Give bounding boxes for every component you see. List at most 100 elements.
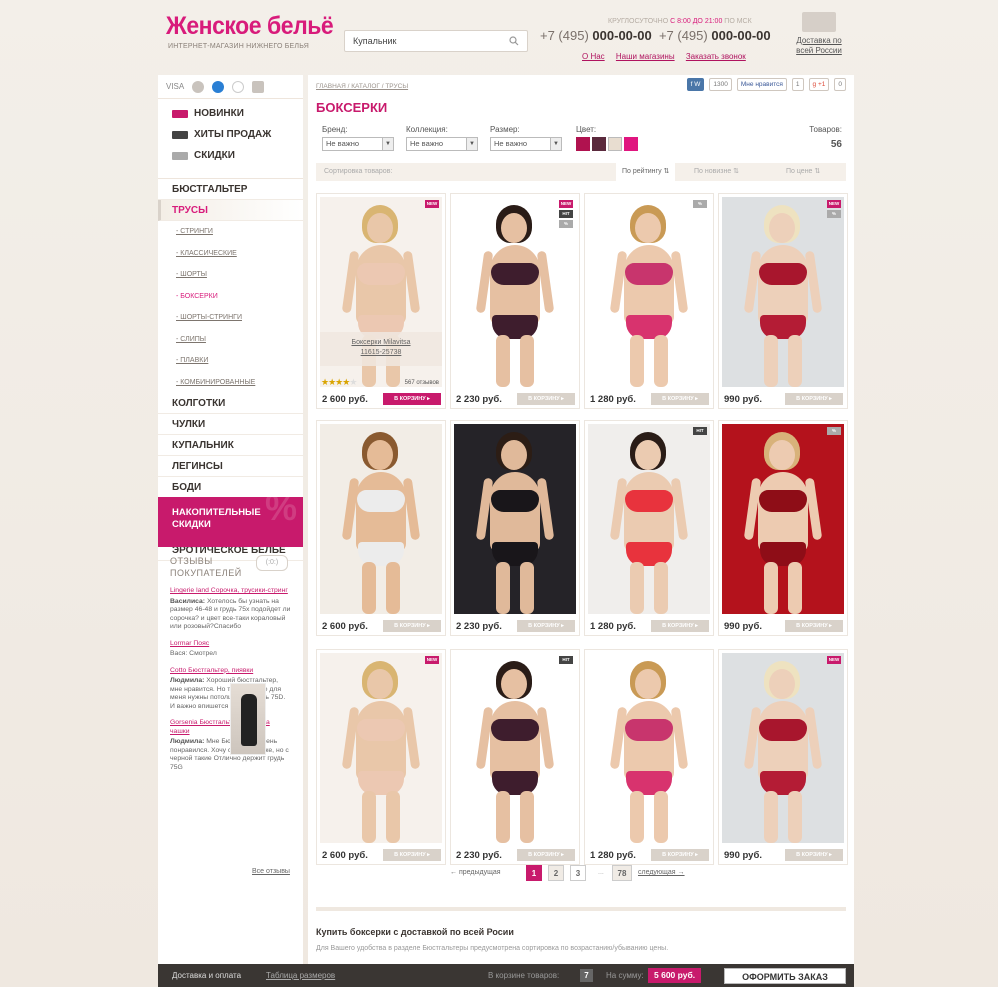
- category-item[interactable]: ТРУСЫ: [158, 200, 303, 221]
- color-swatch[interactable]: [624, 137, 638, 151]
- product-card[interactable]: 2 600 руб. В КОРЗИНУ ▸: [316, 420, 446, 636]
- about-link[interactable]: О Нас: [582, 52, 605, 61]
- promo-new[interactable]: НОВИНКИ: [172, 103, 303, 124]
- product-photo[interactable]: [722, 424, 844, 614]
- brand-select[interactable]: Не важно ▼: [322, 137, 394, 151]
- review-product-link[interactable]: Cotto Бюстгальтер, пиявки: [170, 667, 291, 676]
- product-card[interactable]: NEW% 990 руб. В КОРЗИНУ ▸: [718, 193, 848, 409]
- subcategory-item[interactable]: - СЛИПЫ: [158, 329, 303, 351]
- add-to-cart-button[interactable]: В КОРЗИНУ ▸: [785, 620, 843, 632]
- color-swatches: [576, 137, 640, 151]
- product-card[interactable]: NEW Боксерки Milavitsa 11615-25738 ★★★★★ 567…: [316, 193, 446, 409]
- page-3[interactable]: 3: [570, 865, 586, 881]
- size-table-link[interactable]: Таблица размеров: [266, 964, 335, 987]
- webmoney-icon: [212, 80, 225, 93]
- sort-by-price[interactable]: По цене ⇅: [786, 163, 820, 181]
- delivery-payment-link[interactable]: Доставка и оплата: [172, 964, 241, 987]
- category-item[interactable]: КОЛГОТКИ: [158, 393, 303, 414]
- product-card[interactable]: 1 280 руб. В КОРЗИНУ ▸: [584, 649, 714, 865]
- add-to-cart-button[interactable]: В КОРЗИНУ ▸: [651, 393, 709, 405]
- product-card[interactable]: NEW HIT% 2 230 руб. В КОРЗИНУ ▸: [450, 193, 580, 409]
- delivery-block[interactable]: Доставка по всей России: [788, 12, 850, 56]
- product-card[interactable]: % 990 руб. В КОРЗИНУ ▸: [718, 420, 848, 636]
- add-to-cart-button[interactable]: В КОРЗИНУ ▸: [785, 393, 843, 405]
- category-item[interactable]: ЧУЛКИ: [158, 414, 303, 435]
- search-input[interactable]: [345, 31, 495, 51]
- product-card[interactable]: NEW 2 600 руб. В КОРЗИНУ ▸: [316, 649, 446, 865]
- category-item[interactable]: КУПАЛЬНИК: [158, 435, 303, 456]
- subcategory-item[interactable]: - КОМБИНИРОВАННЫЕ: [158, 372, 303, 394]
- review-product-link[interactable]: Lingerie land Сорочка, трусики-стринг: [170, 587, 291, 596]
- gplus-button[interactable]: g +1: [808, 78, 830, 91]
- product-card[interactable]: 2 230 руб. В КОРЗИНУ ▸: [450, 420, 580, 636]
- product-photo[interactable]: [722, 197, 844, 387]
- fb-like-button[interactable]: Мне нравится: [736, 78, 787, 91]
- breadcrumb[interactable]: ГЛАВНАЯ / КАТАЛОГ / ТРУСЫ: [316, 83, 408, 90]
- color-swatch[interactable]: [608, 137, 622, 151]
- product-card[interactable]: NEW 990 руб. В КОРЗИНУ ▸: [718, 649, 848, 865]
- add-to-cart-button[interactable]: В КОРЗИНУ ▸: [651, 849, 709, 861]
- add-to-cart-button[interactable]: В КОРЗИНУ ▸: [651, 620, 709, 632]
- checkout-button[interactable]: ОФОРМИТЬ ЗАКАЗ: [724, 968, 846, 984]
- review-product-link[interactable]: Lormar Пояс: [170, 640, 291, 649]
- hit-tag-icon: [172, 130, 188, 139]
- subcategory-item[interactable]: - ШОРТЫ-СТРИНГИ: [158, 307, 303, 329]
- stores-link[interactable]: Наши магазины: [616, 52, 675, 61]
- size-select[interactable]: Не важно ▼: [490, 137, 562, 151]
- subcategory-item[interactable]: - ШОРТЫ: [158, 264, 303, 286]
- add-to-cart-button[interactable]: В КОРЗИНУ ▸: [383, 849, 441, 861]
- add-to-cart-button[interactable]: В КОРЗИНУ ▸: [517, 393, 575, 405]
- search-box[interactable]: [344, 30, 528, 52]
- search-icon[interactable]: [509, 36, 519, 46]
- add-to-cart-button[interactable]: В КОРЗИНУ ▸: [785, 849, 843, 861]
- rating-stars[interactable]: ★★★★★: [321, 377, 357, 388]
- page-2[interactable]: 2: [548, 865, 564, 881]
- prev-page-link[interactable]: ← предыдущая: [450, 865, 501, 881]
- promo-sale[interactable]: СКИДКИ: [172, 145, 303, 166]
- product-photo[interactable]: [588, 653, 710, 843]
- page-1[interactable]: 1: [526, 865, 542, 881]
- sort-by-new[interactable]: По новизне ⇅: [694, 163, 739, 181]
- chevron-down-icon: ▼: [550, 138, 561, 150]
- product-card[interactable]: % 1 280 руб. В КОРЗИНУ ▸: [584, 193, 714, 409]
- mastercard-icon: [192, 80, 205, 93]
- promo-hits[interactable]: ХИТЫ ПРОДАЖ: [172, 124, 303, 145]
- sort-by-rating[interactable]: По рейтингу ⇅: [616, 163, 676, 181]
- reviews-count[interactable]: 567 отзывов: [405, 380, 439, 386]
- collection-select[interactable]: Не важно ▼: [406, 137, 478, 151]
- category-item[interactable]: БЮСТГАЛЬТЕР: [158, 179, 303, 200]
- color-swatch[interactable]: [592, 137, 606, 151]
- product-photo[interactable]: [722, 653, 844, 843]
- product-card[interactable]: HIT 2 230 руб. В КОРЗИНУ ▸: [450, 649, 580, 865]
- all-reviews-link[interactable]: Все отзывы: [252, 868, 290, 875]
- add-to-cart-button[interactable]: В КОРЗИНУ ▸: [383, 393, 441, 405]
- site-logo[interactable]: Женское бельё: [166, 12, 334, 41]
- phone-1-number: 000-00-00: [592, 28, 652, 43]
- add-to-cart-button[interactable]: В КОРЗИНУ ▸: [383, 620, 441, 632]
- product-photo[interactable]: [320, 653, 442, 843]
- category-item[interactable]: ЛЕГИНСЫ: [158, 456, 303, 477]
- product-photo[interactable]: [588, 424, 710, 614]
- vk-share-button[interactable]: f W: [686, 78, 705, 91]
- product-photo[interactable]: [320, 424, 442, 614]
- product-hover-name[interactable]: Боксерки Milavitsa 11615-25738: [320, 332, 442, 366]
- review-product-thumbnail[interactable]: [230, 683, 266, 755]
- accumulative-discounts-banner[interactable]: НАКОПИТЕЛЬНЫЕ СКИДКИ %: [158, 490, 303, 547]
- add-to-cart-button[interactable]: В КОРЗИНУ ▸: [517, 620, 575, 632]
- product-photo[interactable]: [588, 197, 710, 387]
- page-last[interactable]: 78: [612, 865, 632, 881]
- next-page-link[interactable]: следующая →: [638, 865, 685, 881]
- add-to-cart-button[interactable]: В КОРЗИНУ ▸: [517, 849, 575, 861]
- product-photo[interactable]: [454, 653, 576, 843]
- subcategory-item[interactable]: - БОКСЕРКИ: [158, 286, 303, 308]
- product-photo[interactable]: [454, 197, 576, 387]
- subcategory-item[interactable]: - ПЛАВКИ: [158, 350, 303, 372]
- color-swatch[interactable]: [576, 137, 590, 151]
- pager-ellipsis: ...: [598, 869, 604, 876]
- callback-link[interactable]: Заказать звонок: [686, 52, 746, 61]
- delivery-link[interactable]: Доставка по всей России: [796, 36, 842, 55]
- subcategory-item[interactable]: - КЛАССИЧЕСКИЕ: [158, 243, 303, 265]
- product-photo[interactable]: [454, 424, 576, 614]
- product-card[interactable]: HIT 1 280 руб. В КОРЗИНУ ▸: [584, 420, 714, 636]
- subcategory-item[interactable]: - СТРИНГИ: [158, 221, 303, 243]
